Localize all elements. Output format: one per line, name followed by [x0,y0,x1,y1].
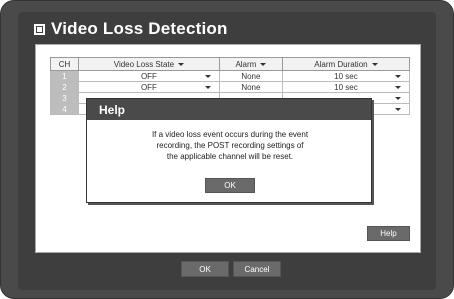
channel-number: 4 [50,103,79,115]
alarm-duration-select[interactable]: 10 sec [281,81,411,93]
dialog-message-line: If a video loss event occurs during the … [151,130,309,139]
sort-caret-icon [260,62,267,66]
help-button[interactable]: Help [367,226,410,241]
video-loss-state-select[interactable]: OFF [78,70,220,82]
page-title: Video Loss Detection [51,19,228,38]
sort-caret-icon [178,62,185,66]
header-video-loss-state[interactable]: Video Loss State [78,57,220,71]
header-alarm-duration[interactable]: Alarm Duration [281,57,411,71]
chevron-down-icon [395,75,401,78]
ok-button[interactable]: OK [181,261,229,277]
help-dialog: Help If a video loss event occurs during… [86,98,372,203]
chevron-down-icon [204,75,211,78]
channel-number: 2 [50,81,79,93]
screen: Video Loss Detection CH Video Loss State… [0,0,454,299]
chevron-down-icon [204,86,211,89]
dialog-message: If a video loss event occurs during the … [95,129,365,162]
header-ch: CH [50,57,79,71]
sort-caret-icon [371,62,378,66]
dialog-ok-button[interactable]: OK [205,178,255,193]
alarm-select[interactable]: None [218,70,283,82]
dialog-message-line: recording, the POST recording settings o… [156,141,304,150]
title-bar: Video Loss Detection [20,14,228,44]
dialog-message-line: the applicable channel will be reset. [166,152,294,161]
channel-number: 1 [50,70,79,82]
table-row: 2 OFF None 10 sec [50,81,411,93]
dialog-header: Help [87,99,371,120]
chevron-down-icon [395,108,401,111]
cancel-button[interactable]: Cancel [233,261,281,277]
header-alarm[interactable]: Alarm [218,57,283,71]
alarm-select[interactable]: None [218,81,283,93]
channel-number: 3 [50,92,79,104]
table-row: 1 OFF None 10 sec [50,70,411,82]
window-icon [34,23,45,35]
chevron-down-icon [395,86,401,89]
video-loss-state-select[interactable]: OFF [78,81,220,93]
chevron-down-icon [395,97,401,100]
alarm-duration-select[interactable]: 10 sec [281,70,411,82]
dialog-title: Help [99,102,126,117]
